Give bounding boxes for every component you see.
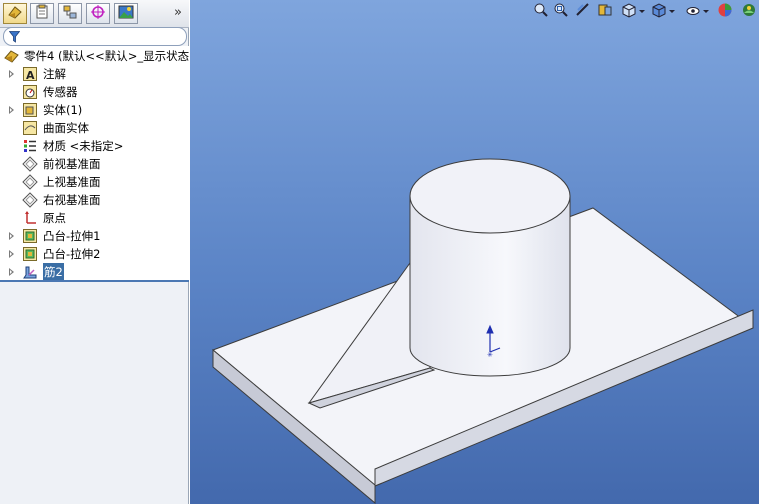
tree-item[interactable]: 传感器 <box>0 83 189 101</box>
zoom-to-area-button[interactable] <box>553 2 569 20</box>
tree-item[interactable]: 前视基准面 <box>0 155 189 173</box>
svg-text:A: A <box>26 69 35 82</box>
tree-end-divider <box>0 280 189 282</box>
tree-item-label: 材质 <未指定> <box>43 139 124 153</box>
expand-arrow-icon[interactable] <box>9 70 14 78</box>
boss-extrude-icon <box>22 246 38 262</box>
rib-icon <box>22 264 38 280</box>
dropdown-arrow-icon <box>669 9 675 13</box>
propertymanager-tab-icon <box>34 4 50 23</box>
tree-filter-input[interactable] <box>3 27 187 46</box>
tree-item-label: 曲面实体 <box>43 121 89 135</box>
dropdown-arrow-icon <box>639 9 645 13</box>
boss-extrude-icon <box>22 228 38 244</box>
annotations-icon: A <box>22 66 38 82</box>
apply-scene-icon <box>741 2 757 21</box>
tree-item-label: 筋2 <box>43 263 64 281</box>
heads-up-view-toolbar <box>509 0 759 22</box>
part-icon <box>4 48 20 64</box>
previous-view-button[interactable] <box>575 2 591 20</box>
sensors-icon <box>22 84 38 100</box>
svg-text:✳: ✳ <box>487 351 493 359</box>
tree-item[interactable]: 上视基准面 <box>0 173 189 191</box>
hide-show-items-button[interactable] <box>685 2 709 20</box>
tree-root-part[interactable]: 零件4 (默认<<默认>_显示状态 <box>0 47 189 65</box>
origin-icon <box>22 210 38 226</box>
tree-item-label: 上视基准面 <box>43 175 101 189</box>
tree-item[interactable]: 材质 <未指定> <box>0 137 189 155</box>
cylinder-top <box>409 158 571 234</box>
surface-bodies-icon <box>22 120 38 136</box>
expand-arrow-icon[interactable] <box>9 106 14 114</box>
featuremanager-tab-icon <box>7 4 23 23</box>
display-manager-tab-icon <box>118 4 134 23</box>
feature-manager-panel: » 零件4 (默认<<默认>_显示状态 A 注解传感器实体(1) 曲面实体材质 <未… <box>0 0 189 504</box>
plane-icon <box>22 174 38 190</box>
section-view-icon <box>597 2 613 21</box>
dropdown-arrow-icon <box>703 9 709 13</box>
dimxpert-tab[interactable] <box>86 3 110 24</box>
feature-tree: 零件4 (默认<<默认>_显示状态 A 注解传感器实体(1) 曲面实体材质 <未指定… <box>0 46 189 281</box>
display-style-button[interactable] <box>651 2 675 20</box>
section-view-button[interactable] <box>597 2 613 20</box>
tree-item[interactable]: 凸台-拉伸2 <box>0 245 189 263</box>
display-style-icon <box>651 2 667 21</box>
tree-item[interactable]: 右视基准面 <box>0 191 189 209</box>
view-orientation-button[interactable] <box>621 2 645 20</box>
display-manager-tab[interactable] <box>114 3 138 24</box>
tree-item-label: 凸台-拉伸1 <box>43 229 101 243</box>
edit-appearance-icon <box>717 2 733 21</box>
tree-item[interactable]: A 注解 <box>0 65 189 83</box>
edit-appearance-button[interactable] <box>717 2 733 20</box>
material-icon <box>22 138 38 154</box>
tree-root-label: 零件4 (默认<<默认>_显示状态 <box>24 49 190 63</box>
tree-item-label: 实体(1) <box>43 103 83 117</box>
graphics-area[interactable]: ✳ <box>190 0 759 504</box>
featuremanager-tab[interactable] <box>3 3 27 24</box>
expand-arrow-icon[interactable] <box>9 268 14 276</box>
configurationmanager-tab[interactable] <box>58 3 82 24</box>
hide-show-items-icon <box>685 2 701 21</box>
plane-icon <box>22 156 38 172</box>
tree-item-label: 注解 <box>43 67 66 81</box>
tree-item-label: 传感器 <box>43 85 78 99</box>
configurationmanager-tab-icon <box>62 4 78 23</box>
tree-item[interactable]: 原点 <box>0 209 189 227</box>
tree-item[interactable]: 曲面实体 <box>0 119 189 137</box>
tree-item-label: 前视基准面 <box>43 157 101 171</box>
view-orientation-icon <box>621 2 637 21</box>
expand-panel-button[interactable]: » <box>171 4 185 22</box>
part-model: ✳ <box>212 158 755 504</box>
expand-arrow-icon[interactable] <box>9 250 14 258</box>
dimxpert-tab-icon <box>90 4 106 23</box>
tree-item-label: 凸台-拉伸2 <box>43 247 101 261</box>
zoom-to-fit-icon <box>533 2 549 21</box>
zoom-to-fit-button[interactable] <box>533 2 549 20</box>
zoom-to-area-icon <box>553 2 569 21</box>
panel-tab-bar: » <box>0 0 189 28</box>
previous-view-icon <box>575 2 591 21</box>
tree-item[interactable]: 实体(1) <box>0 101 189 119</box>
tree-item[interactable]: 筋2 <box>0 263 189 281</box>
apply-scene-button[interactable] <box>741 2 759 20</box>
tree-item-label: 右视基准面 <box>43 193 101 207</box>
expand-arrow-icon[interactable] <box>9 232 14 240</box>
solid-bodies-icon <box>22 102 38 118</box>
propertymanager-tab[interactable] <box>30 3 54 24</box>
plane-icon <box>22 192 38 208</box>
tree-item-label: 原点 <box>43 211 66 225</box>
tree-item[interactable]: 凸台-拉伸1 <box>0 227 189 245</box>
